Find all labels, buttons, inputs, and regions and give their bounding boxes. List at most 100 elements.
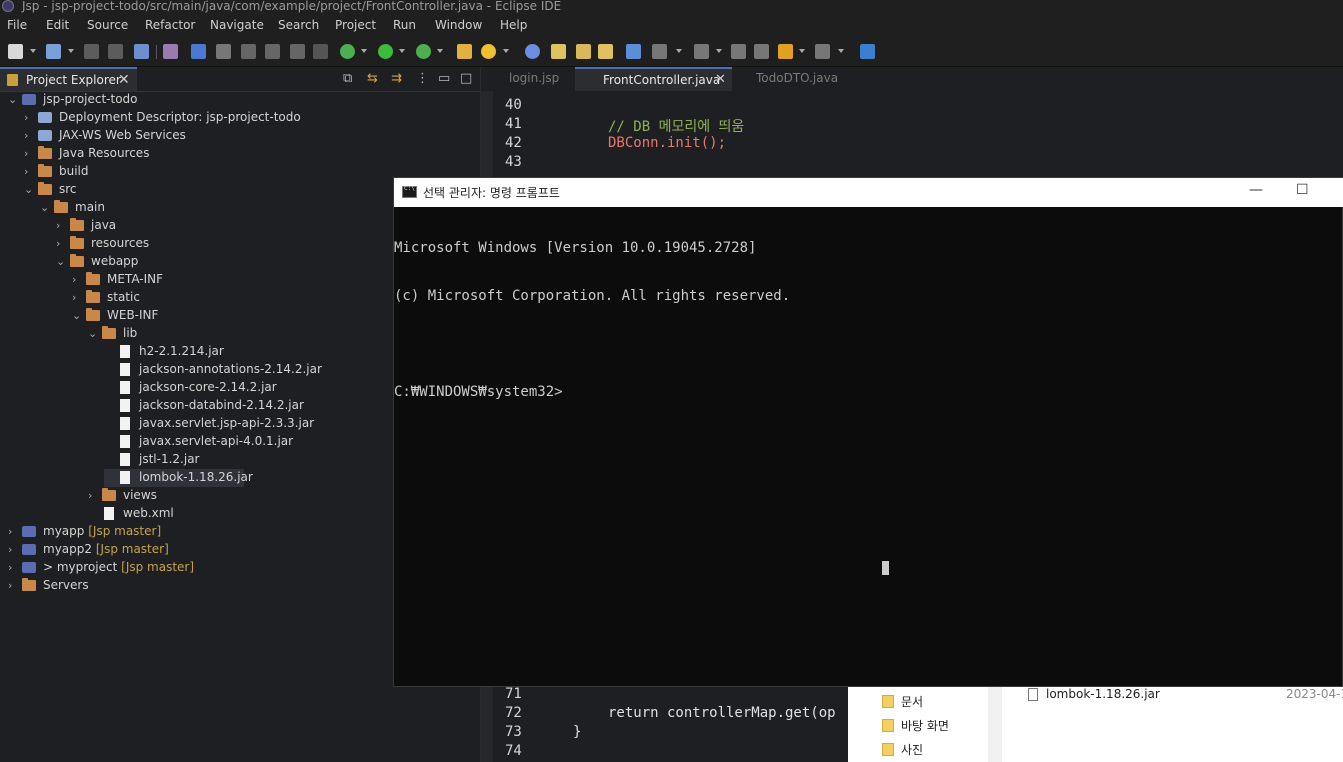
chevron-right-icon[interactable]: › [8, 579, 18, 592]
annotation-next-icon[interactable] [652, 44, 667, 59]
menu-edit[interactable]: Edit [46, 18, 69, 32]
new-servlet-icon[interactable] [551, 44, 566, 59]
new-filter-icon[interactable] [598, 44, 613, 59]
maximize-icon[interactable]: □ [460, 71, 472, 86]
chevron-right-icon[interactable]: › [24, 111, 34, 124]
forward-dropdown-icon[interactable] [838, 49, 844, 53]
file-explorer-window: 문서 바탕 화면 사진 lombok-1.18.26.jar 2023-04-1 [848, 687, 1343, 762]
tab-project-explorer[interactable]: Project Explorer ✕ [0, 67, 137, 91]
chevron-right-icon[interactable]: › [8, 543, 18, 556]
forward-arrow-icon[interactable] [815, 44, 830, 59]
title-bar: Jsp - jsp-project-todo/src/main/java/com… [0, 0, 1343, 14]
folder-icon [882, 719, 894, 732]
last-edit-icon[interactable] [731, 44, 746, 59]
menu-refactor[interactable]: Refactor [145, 18, 195, 32]
word-wrap-icon[interactable] [265, 44, 280, 59]
chevron-right-icon[interactable]: › [24, 147, 34, 160]
save-all-icon[interactable] [108, 44, 123, 59]
run-dropdown-icon[interactable] [399, 49, 405, 53]
filters-icon[interactable]: ⇉ [391, 71, 402, 86]
web-services-icon [38, 130, 52, 141]
web-browser-icon[interactable] [525, 44, 540, 59]
chevron-down-icon[interactable]: ⌄ [88, 327, 98, 340]
tab-tododto-java[interactable]: TodoDTO.java [735, 67, 845, 91]
search-dropdown-icon[interactable] [503, 49, 509, 53]
menu-source[interactable]: Source [87, 18, 128, 32]
menu-navigate[interactable]: Navigate [210, 18, 264, 32]
menu-project[interactable]: Project [335, 18, 376, 32]
debug-dropdown-icon[interactable] [361, 49, 367, 53]
chevron-down-icon[interactable]: ⌄ [24, 183, 34, 196]
collapse-all-icon[interactable]: ⧉ [343, 71, 352, 86]
block-selection-icon[interactable] [216, 44, 231, 59]
terminal-icon[interactable] [134, 44, 149, 59]
command-prompt-window[interactable]: 선택 관리자: 명령 프롬프트 — ☐ Microsoft Windows [V… [393, 177, 1343, 687]
cmd-output[interactable]: Microsoft Windows [Version 10.0.19045.27… [394, 208, 1342, 432]
menu-search[interactable]: Search [278, 18, 319, 32]
menu-run[interactable]: Run [393, 18, 416, 32]
coverage-icon[interactable] [416, 44, 431, 59]
run-icon[interactable] [378, 44, 393, 59]
close-icon[interactable]: ✕ [118, 72, 130, 88]
tab-frontcontroller-java[interactable]: FrontController.java ✕ [575, 67, 732, 91]
annotation-prev-icon[interactable] [694, 44, 709, 59]
chevron-right-icon[interactable]: › [72, 273, 82, 286]
chevron-right-icon[interactable]: › [8, 561, 18, 574]
chevron-right-icon[interactable]: › [72, 291, 82, 304]
java-resources-icon [38, 146, 52, 159]
chevron-down-icon[interactable]: ⌄ [72, 309, 82, 322]
skip-breakpoints-icon[interactable] [163, 44, 178, 59]
search-icon[interactable] [481, 44, 496, 59]
view-menu-icon[interactable]: ⋮ [416, 71, 429, 86]
new-jsp-icon[interactable] [576, 44, 591, 59]
chevron-down-icon[interactable]: ⌄ [56, 255, 66, 268]
chevron-right-icon[interactable]: › [88, 489, 98, 502]
menu-window[interactable]: Window [435, 18, 482, 32]
coverage-dropdown-icon[interactable] [437, 49, 443, 53]
menu-help[interactable]: Help [500, 18, 527, 32]
folder-icon [86, 272, 100, 285]
window-title: Jsp - jsp-project-todo/src/main/java/com… [22, 0, 562, 13]
paragraph-icon[interactable] [313, 44, 328, 59]
minimize-icon[interactable]: — [1249, 182, 1263, 198]
cmd-title: 선택 관리자: 명령 프롬프트 [423, 186, 560, 200]
save-icon[interactable] [84, 44, 99, 59]
tab-label: Project Explorer [26, 73, 121, 87]
toggle-mark-occurrences-icon[interactable] [191, 44, 206, 59]
annotation-dropdown-icon[interactable] [676, 49, 682, 53]
cmd-title-bar[interactable]: 선택 관리자: 명령 프롬프트 — ☐ [394, 178, 1343, 207]
folder-icon [882, 695, 894, 708]
new-project-icon[interactable] [46, 44, 61, 59]
tree-item-jar-selected[interactable]: lombok-1.18.26.jar [104, 469, 253, 487]
tab-login-jsp[interactable]: login.jsp [487, 67, 577, 91]
pane-splitter[interactable] [988, 687, 1002, 762]
open-type-icon[interactable] [457, 44, 472, 59]
highlight-icon[interactable] [241, 44, 256, 59]
new-project-dropdown-icon[interactable] [68, 49, 74, 53]
text-cursor [882, 561, 889, 575]
whitespace-icon[interactable] [290, 44, 305, 59]
chevron-right-icon[interactable]: › [56, 219, 66, 232]
chevron-down-icon[interactable]: ⌄ [8, 93, 18, 106]
debug-icon[interactable] [340, 44, 355, 59]
close-icon[interactable]: ✕ [715, 72, 726, 87]
new-icon[interactable] [8, 44, 23, 59]
pin-editor-icon[interactable] [754, 44, 769, 59]
link-with-editor-icon[interactable]: ⇆ [367, 71, 378, 86]
new-dropdown-icon[interactable] [30, 49, 36, 53]
chevron-right-icon[interactable]: › [8, 525, 18, 538]
chevron-down-icon[interactable]: ⌄ [40, 201, 50, 214]
annotation-prev-dropdown-icon[interactable] [716, 49, 722, 53]
chevron-right-icon[interactable]: › [24, 129, 34, 142]
back-dropdown-icon[interactable] [799, 49, 805, 53]
maximize-icon[interactable]: ☐ [1296, 182, 1309, 198]
deployment-descriptor-icon [38, 112, 52, 123]
chevron-right-icon[interactable]: › [56, 237, 66, 250]
back-arrow-icon[interactable] [778, 44, 793, 59]
folder-icon [38, 182, 52, 195]
minimize-icon[interactable]: ▭ [438, 71, 450, 86]
perspective-icon[interactable] [860, 44, 875, 59]
git-icon[interactable] [626, 44, 641, 59]
menu-file[interactable]: File [7, 18, 27, 32]
chevron-right-icon[interactable]: › [24, 165, 34, 178]
